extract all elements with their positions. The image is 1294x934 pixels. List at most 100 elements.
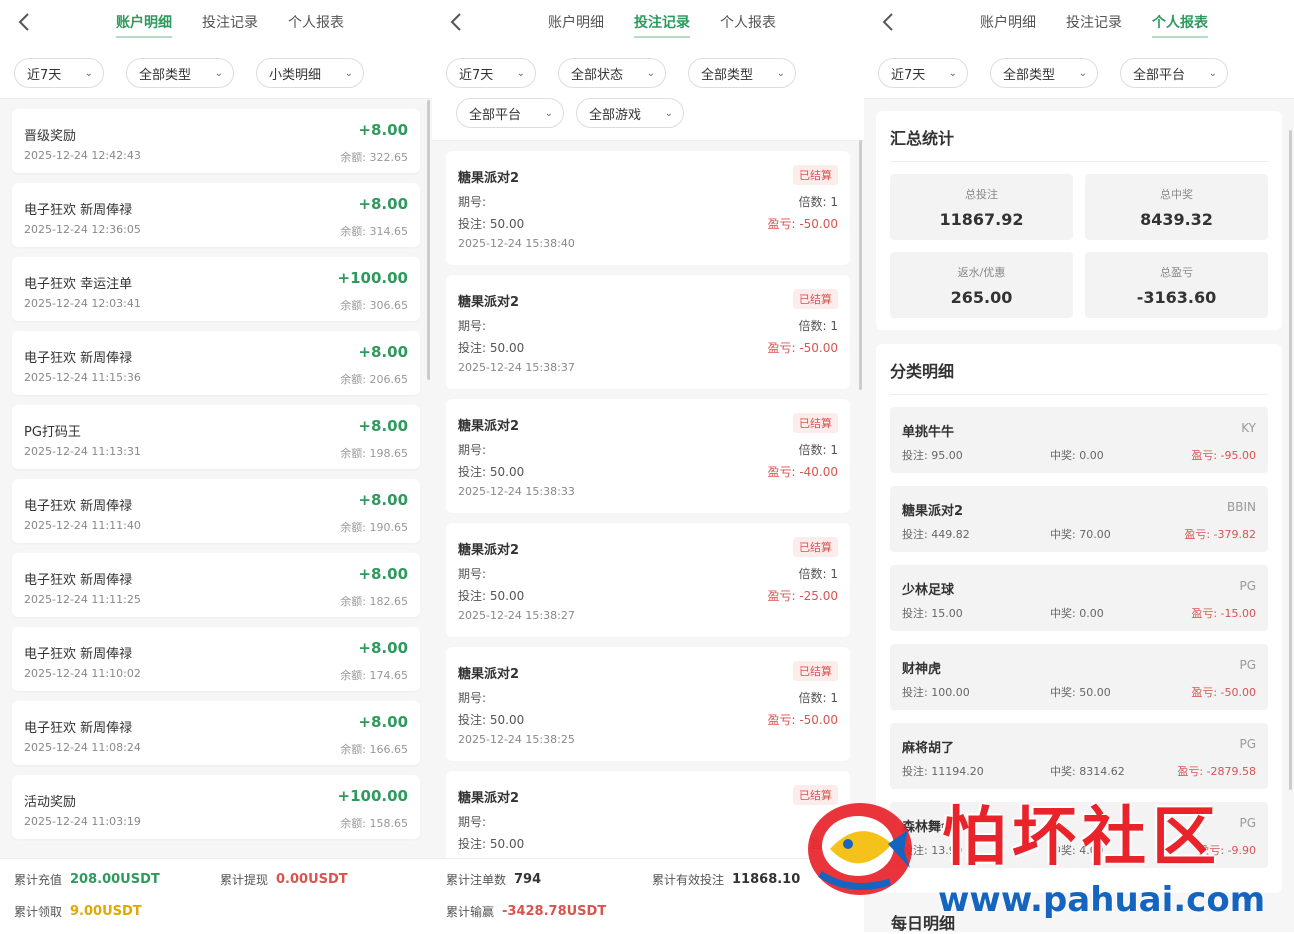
total-withdraw-value: 0.00USDT: [276, 872, 348, 887]
category-platform: PG: [1239, 658, 1256, 672]
category-win: 中奖: 50.00: [1050, 686, 1111, 699]
status-filter[interactable]: 全部状态 ⌄: [558, 58, 666, 88]
transaction-card[interactable]: 晋级奖励 2025-12-24 12:42:43 +8.00 余额: 322.6…: [12, 109, 420, 173]
summary-section: 汇总统计 总投注 11867.92 总中奖 8439.32 返水/优惠 265.00 …: [876, 111, 1282, 330]
transaction-name: 电子狂欢 新周俸禄: [24, 573, 133, 588]
tab-bet-records[interactable]: 投注记录: [202, 0, 258, 46]
filter-label: 全部平台: [1133, 67, 1186, 83]
bet-card[interactable]: 糖果派对2 已结算 期号: 倍数: 1 投注: 50.00 盈亏: -40.00…: [446, 399, 850, 513]
transaction-card[interactable]: 电子狂欢 新周俸禄 2025-12-24 12:36:05 +8.00 余额: …: [12, 183, 420, 247]
transaction-card[interactable]: 电子狂欢 幸运注单 2025-12-24 12:03:41 +100.00 余额…: [12, 257, 420, 321]
date-range-filter[interactable]: 近7天 ⌄: [878, 58, 968, 88]
platform-filter[interactable]: 全部平台 ⌄: [1120, 58, 1228, 88]
transaction-name: 电子狂欢 新周俸禄: [24, 499, 133, 514]
total-deposit-label: 累计充值: [14, 873, 63, 887]
bet-card[interactable]: 糖果派对2 已结算 期号: 倍数: 1 投注: 50.00 盈亏: -50.00…: [446, 647, 850, 761]
back-arrow-icon[interactable]: [878, 10, 898, 34]
bet-status-badge: 已结算: [793, 661, 838, 681]
filter-bar: 近7天 ⌄ 全部类型 ⌄ 全部平台 ⌄: [864, 46, 1294, 99]
transaction-card[interactable]: 活动奖励 2025-12-24 11:03:19 +100.00 余额: 158…: [12, 775, 420, 839]
filter-label: 小类明细: [269, 67, 322, 83]
transaction-card[interactable]: 电子狂欢 新周俸禄 2025-12-24 11:11:25 +8.00 余额: …: [12, 553, 420, 617]
scrollbar[interactable]: [859, 140, 862, 390]
tab-bar: 账户明细 投注记录 个人报表: [548, 0, 806, 46]
transaction-card[interactable]: 电子狂欢 新周俸禄 2025-12-24 11:10:02 +8.00 余额: …: [12, 627, 420, 691]
date-range-filter[interactable]: 近7天 ⌄: [446, 58, 536, 88]
scrollbar[interactable]: [1289, 130, 1292, 790]
stat-total-win: 总中奖 8439.32: [1085, 174, 1268, 240]
scrollbar[interactable]: [427, 100, 430, 380]
type-filter[interactable]: 全部类型 ⌄: [126, 58, 234, 88]
bet-multiplier: 倍数: 1: [798, 319, 839, 333]
type-filter[interactable]: 全部类型 ⌄: [990, 58, 1098, 88]
transaction-amount: +8.00: [358, 491, 408, 509]
tab-personal-report[interactable]: 个人报表: [288, 0, 344, 46]
category-card[interactable]: 麻将胡了 PG 投注: 11194.20 中奖: 8314.62 盈亏: -28…: [890, 723, 1268, 789]
win-loss-value: -3428.78USDT: [502, 904, 607, 919]
bet-issue: 期号:: [458, 815, 487, 829]
total-bets-value: 794: [514, 872, 542, 887]
category-pl: 盈亏: -50.00: [1191, 686, 1256, 699]
transaction-time: 2025-12-24 11:11:25: [24, 593, 141, 606]
pl-label: 盈亏:: [767, 341, 796, 355]
chevron-down-icon: ⌄: [344, 67, 353, 79]
type-filter[interactable]: 全部类型 ⌄: [688, 58, 796, 88]
top-bar: 账户明细 投注记录 个人报表: [432, 0, 864, 46]
bet-game-name: 糖果派对2: [458, 543, 520, 558]
transaction-amount: +8.00: [358, 343, 408, 361]
pl-label: 盈亏:: [767, 713, 796, 727]
fish-logo-icon: [808, 803, 912, 895]
transaction-card[interactable]: 电子狂欢 新周俸禄 2025-12-24 11:11:40 +8.00 余额: …: [12, 479, 420, 543]
transaction-time: 2025-12-24 11:03:19: [24, 815, 141, 828]
bet-card[interactable]: 糖果派对2 已结算 期号: 倍数: 1 投注: 50.00 盈亏: -25.00…: [446, 523, 850, 637]
bet-stake: 投注: 50.00: [458, 465, 525, 479]
category-card[interactable]: 少林足球 PG 投注: 15.00 中奖: 0.00 盈亏: -15.00: [890, 565, 1268, 631]
tab-account-details[interactable]: 账户明细: [116, 0, 172, 46]
back-arrow-icon[interactable]: [14, 10, 34, 34]
transaction-card[interactable]: PG打码王 2025-12-24 11:13:31 +8.00 余额: 198.…: [12, 405, 420, 469]
tab-bar: 账户明细 投注记录 个人报表: [116, 0, 374, 46]
stat-total-bet: 总投注 11867.92: [890, 174, 1073, 240]
tab-bet-records[interactable]: 投注记录: [1066, 0, 1122, 46]
bet-multiplier: 倍数: 1: [798, 195, 839, 209]
transaction-name: 电子狂欢 新周俸禄: [24, 647, 133, 662]
transaction-balance: 余额: 314.65: [340, 225, 408, 238]
tab-personal-report[interactable]: 个人报表: [720, 0, 776, 46]
tab-personal-report[interactable]: 个人报表: [1152, 0, 1208, 46]
category-game-name: 单挑牛牛: [902, 425, 955, 440]
bet-status-badge: 已结算: [793, 537, 838, 557]
transaction-name: 电子狂欢 幸运注单: [24, 277, 133, 292]
platform-filter[interactable]: 全部平台 ⌄: [456, 98, 564, 128]
date-range-filter[interactable]: 近7天 ⌄: [14, 58, 104, 88]
tab-bet-records[interactable]: 投注记录: [634, 0, 690, 46]
subcategory-filter[interactable]: 小类明细 ⌄: [256, 58, 364, 88]
valid-bet-label: 累计有效投注: [652, 873, 725, 887]
tab-account-details[interactable]: 账户明细: [980, 0, 1036, 46]
category-card[interactable]: 单挑牛牛 KY 投注: 95.00 中奖: 0.00 盈亏: -95.00: [890, 407, 1268, 473]
transaction-card[interactable]: 电子狂欢 新周俸禄 2025-12-24 11:08:24 +8.00 余额: …: [12, 701, 420, 765]
transaction-balance: 余额: 190.65: [340, 521, 408, 534]
transaction-amount: +8.00: [358, 195, 408, 213]
chevron-down-icon: ⌄: [1078, 67, 1087, 79]
bet-game-name: 糖果派对2: [458, 667, 520, 682]
bet-card[interactable]: 糖果派对2 已结算 期号: 倍数: 1 投注: 50.00 盈亏: -50.00…: [446, 151, 850, 265]
pl-label: 盈亏:: [767, 589, 796, 603]
bet-multiplier: 倍数: 1: [798, 443, 839, 457]
transaction-card[interactable]: 电子狂欢 新周俸禄 2025-12-24 11:15:36 +8.00 余额: …: [12, 331, 420, 395]
watermark-text: 怕坏社区: [942, 800, 1222, 875]
category-platform: KY: [1241, 421, 1256, 435]
back-arrow-icon[interactable]: [446, 10, 466, 34]
game-filter[interactable]: 全部游戏 ⌄: [576, 98, 684, 128]
bet-issue: 期号:: [458, 443, 487, 457]
category-card[interactable]: 糖果派对2 BBIN 投注: 449.82 中奖: 70.00 盈亏: -379…: [890, 486, 1268, 552]
category-card[interactable]: 财神虎 PG 投注: 100.00 中奖: 50.00 盈亏: -50.00: [890, 644, 1268, 710]
transaction-balance: 余额: 306.65: [340, 299, 408, 312]
filter-label: 全部平台: [469, 107, 522, 123]
transaction-name: 电子狂欢 新周俸禄: [24, 351, 133, 366]
transaction-name: PG打码王: [24, 425, 81, 440]
stat-value: 11867.92: [939, 209, 1024, 229]
chevron-down-icon: ⌄: [516, 67, 525, 79]
bet-card[interactable]: 糖果派对2 已结算 期号: 倍数: 1 投注: 50.00 盈亏: -50.00…: [446, 275, 850, 389]
category-pl: 盈亏: -2879.58: [1177, 765, 1256, 778]
tab-account-details[interactable]: 账户明细: [548, 0, 604, 46]
